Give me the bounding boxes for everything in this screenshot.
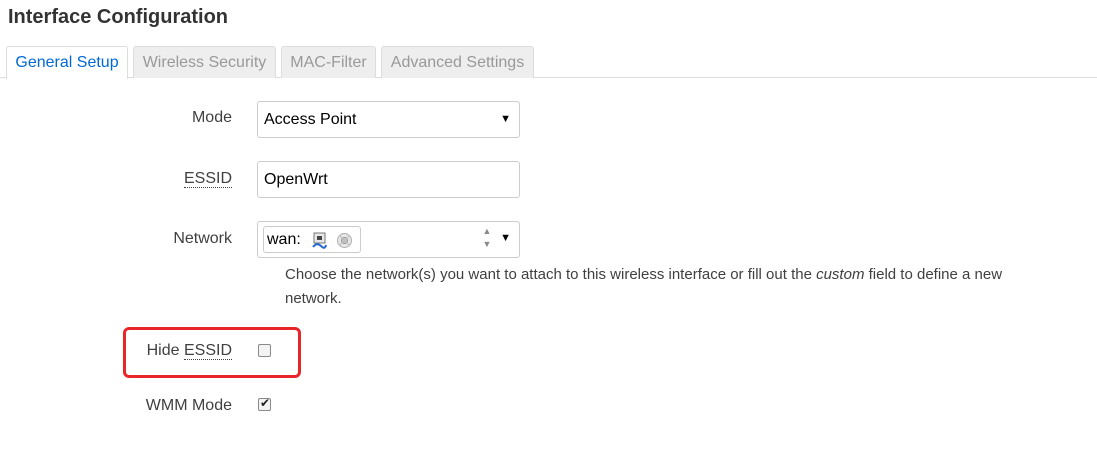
- network-chip-wan[interactable]: wan:: [263, 226, 361, 253]
- highlight-box: [123, 327, 301, 378]
- help-text-part1: Choose the network(s) you want to attach…: [285, 266, 817, 283]
- mode-select[interactable]: Access Point ▼: [257, 101, 520, 138]
- network-label: Network: [173, 230, 232, 247]
- tab-bar: General Setup Wireless Security MAC-Filt…: [0, 46, 1097, 79]
- essid-label-text: ESSID: [183, 170, 232, 188]
- spin-up-icon[interactable]: ▲: [480, 225, 494, 238]
- tab-mac-filter[interactable]: MAC-Filter: [281, 46, 376, 78]
- ethernet-port-icon: [312, 232, 327, 249]
- network-spinner[interactable]: ▲ ▼: [480, 225, 494, 255]
- mode-label: Mode: [191, 109, 232, 126]
- spin-down-icon[interactable]: ▼: [480, 238, 494, 251]
- network-help-text: Choose the network(s) you want to attach…: [285, 263, 1085, 311]
- tab-advanced-settings[interactable]: Advanced Settings: [381, 46, 534, 78]
- page: Interface Configuration General Setup Wi…: [0, 0, 1097, 463]
- dropdown-arrow-icon: ▼: [500, 232, 511, 244]
- network-chip-label: wan:: [267, 231, 301, 248]
- wifi-network-icon: [337, 233, 352, 248]
- essid-label: ESSID: [183, 170, 232, 188]
- network-select[interactable]: wan: ▲ ▼ ▼: [257, 221, 520, 258]
- help-text-custom: custom: [816, 266, 865, 283]
- essid-input[interactable]: OpenWrt: [257, 161, 520, 198]
- mode-select-value: Access Point: [264, 111, 357, 128]
- help-text-line2: network.: [285, 290, 342, 307]
- page-title: Interface Configuration: [8, 6, 229, 28]
- tab-general-setup[interactable]: General Setup: [6, 46, 128, 79]
- dropdown-arrow-icon: ▼: [500, 113, 511, 125]
- wmm-mode-checkbox[interactable]: [258, 396, 271, 411]
- help-text-part2: field to define a new: [864, 266, 1003, 283]
- wmm-mode-label: WMM Mode: [145, 397, 232, 414]
- tab-wireless-security[interactable]: Wireless Security: [133, 46, 276, 78]
